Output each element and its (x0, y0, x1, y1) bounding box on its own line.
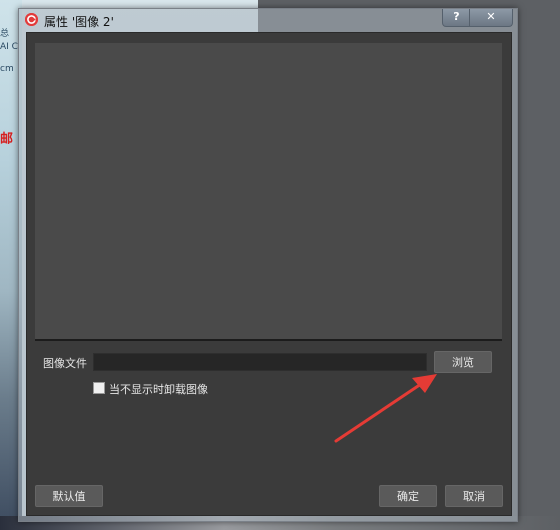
close-icon: ✕ (486, 10, 496, 23)
background-red-text: 邮件 (0, 132, 14, 144)
dialog-title: 属性 '图像 2' (44, 15, 114, 29)
background-text: 总 (0, 29, 10, 39)
browse-button[interactable]: 浏览 (434, 351, 492, 373)
defaults-button[interactable]: 默认值 (35, 485, 103, 507)
background-text: AI C (0, 42, 18, 52)
app-logo-icon (25, 13, 38, 26)
background-text: cm (0, 64, 14, 74)
help-button[interactable]: ? (442, 9, 471, 27)
unload-image-label: 当不显示时卸载图像 (109, 383, 208, 396)
help-icon: ? (453, 10, 460, 23)
dialog-content: 图像文件 浏览 当不显示时卸载图像 默认值 确定 取消 (26, 32, 512, 516)
image-preview-area (35, 43, 502, 341)
image-file-input[interactable] (93, 353, 427, 371)
unload-image-checkbox[interactable] (93, 382, 105, 394)
title-bar[interactable]: 属性 '图像 2' ? ✕ (19, 9, 517, 31)
properties-dialog: 属性 '图像 2' ? ✕ 图像文件 浏览 当不显示时卸载图像 默认值 确定 取… (18, 8, 518, 522)
image-file-label: 图像文件 (43, 357, 87, 370)
close-button[interactable]: ✕ (469, 9, 513, 27)
ok-button[interactable]: 确定 (379, 485, 437, 507)
cancel-button[interactable]: 取消 (445, 485, 503, 507)
